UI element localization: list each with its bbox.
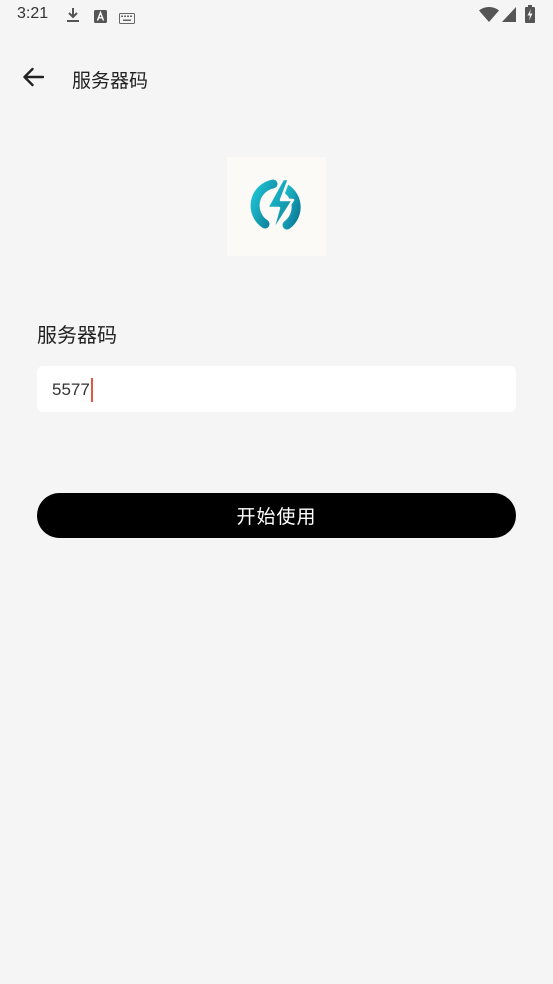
a-badge-icon xyxy=(94,8,107,27)
cellular-signal-icon xyxy=(502,7,516,26)
download-icon xyxy=(66,6,80,28)
keyboard-icon xyxy=(119,9,135,28)
screen: 3:21 服务器码 服务器码 5577 开始使用 xyxy=(0,0,553,984)
app-bar: 服务器码 xyxy=(0,55,553,103)
server-code-label: 服务器码 xyxy=(37,323,117,347)
back-button[interactable] xyxy=(14,61,52,97)
arrow-left-icon xyxy=(22,67,45,91)
app-logo xyxy=(227,157,326,256)
status-bar: 3:21 xyxy=(0,0,553,30)
battery-charging-icon xyxy=(525,5,535,27)
server-code-value: 5577 xyxy=(52,380,90,399)
server-code-input-value-wrap: 5577 xyxy=(52,378,93,402)
page-title: 服务器码 xyxy=(72,70,149,92)
lightning-bolt-logo-icon xyxy=(243,171,311,243)
start-button[interactable]: 开始使用 xyxy=(37,493,516,538)
status-time: 3:21 xyxy=(17,5,49,22)
server-code-input[interactable]: 5577 xyxy=(37,366,516,412)
wifi-icon xyxy=(479,6,499,26)
text-caret xyxy=(90,378,93,402)
